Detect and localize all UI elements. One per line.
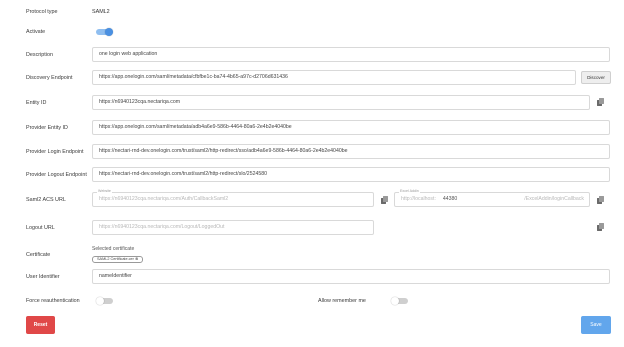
acs-excel-addin-copy-icon[interactable] [597,196,604,204]
provider-entity-id-input[interactable]: https://app.onelogin.com/saml/metadata/a… [92,120,610,135]
acs-excel-path: /ExcelAddin/loginCallback [524,196,584,202]
acs-excel-addin-input[interactable]: Excel Addin http://localhost: 44380 /Exc… [394,189,590,207]
user-identifier-input[interactable]: nameIdentifier [92,269,610,284]
allow-remember-me-toggle[interactable] [391,297,408,305]
provider-entity-id-label: Provider Entity ID [26,125,68,131]
entity-id-copy-icon[interactable] [597,98,604,106]
allow-remember-me-label: Allow remember me [318,298,366,304]
discovery-endpoint-label: Discovery Endpoint [26,75,73,81]
entity-id-input[interactable]: https://n6940123cqa.nectariqa.com [92,95,590,110]
acs-website-copy-icon[interactable] [381,196,388,204]
provider-login-endpoint-label: Provider Login Endpoint [26,149,84,155]
user-identifier-label: User Identifier [26,274,60,280]
description-label: Description [26,52,53,58]
acs-excel-addin-floating-label: Excel Addin [399,189,420,194]
provider-logout-endpoint-label: Provider Logout Endpoint [26,172,87,178]
logout-url-input[interactable]: https://n6940123cqa.nectariqa.com/Logout… [92,220,374,235]
protocol-type-value: SAML2 [92,9,110,15]
acs-website-input[interactable]: Website https://n6940123cqa.nectariqa.co… [92,189,374,207]
activate-toggle[interactable] [96,28,113,36]
entity-id-label: Entity ID [26,100,47,106]
reset-button[interactable]: Reset [26,316,55,334]
acs-excel-port[interactable]: 44380 [443,196,457,202]
protocol-type-label: Protocol type [26,9,58,15]
certificate-label: Certificate [26,252,51,258]
saml2-acs-url-label: Saml2 ACS URL [26,197,66,203]
description-input[interactable]: one login web application [92,47,610,62]
provider-login-endpoint-input[interactable]: https://nectari-rnd-dev.onelogin.com/tru… [92,144,610,159]
logout-url-copy-icon[interactable] [597,223,604,231]
acs-website-floating-label: Website [97,189,112,194]
force-reauthentication-toggle[interactable] [96,297,113,305]
logout-url-label: Logout URL [26,225,55,231]
selected-certificate-label: Selected certificate [92,246,135,252]
acs-excel-host: http://localhost: [401,196,436,202]
provider-logout-endpoint-input[interactable]: https://nectari-rnd-dev.onelogin.com/tru… [92,167,610,182]
discovery-endpoint-input[interactable]: https://app.onelogin.com/saml/metadata/c… [92,70,576,85]
force-reauthentication-label: Force reauthentication [26,298,80,304]
activate-label: Activate [26,29,46,35]
discover-button[interactable]: Discover [581,71,611,84]
save-button[interactable]: Save [581,316,611,334]
acs-website-value: https://n6940123cqa.nectariqa.com/Auth/C… [99,196,229,202]
certificate-chip[interactable]: SAML2 Certificate.cer ⊗ [92,256,144,263]
